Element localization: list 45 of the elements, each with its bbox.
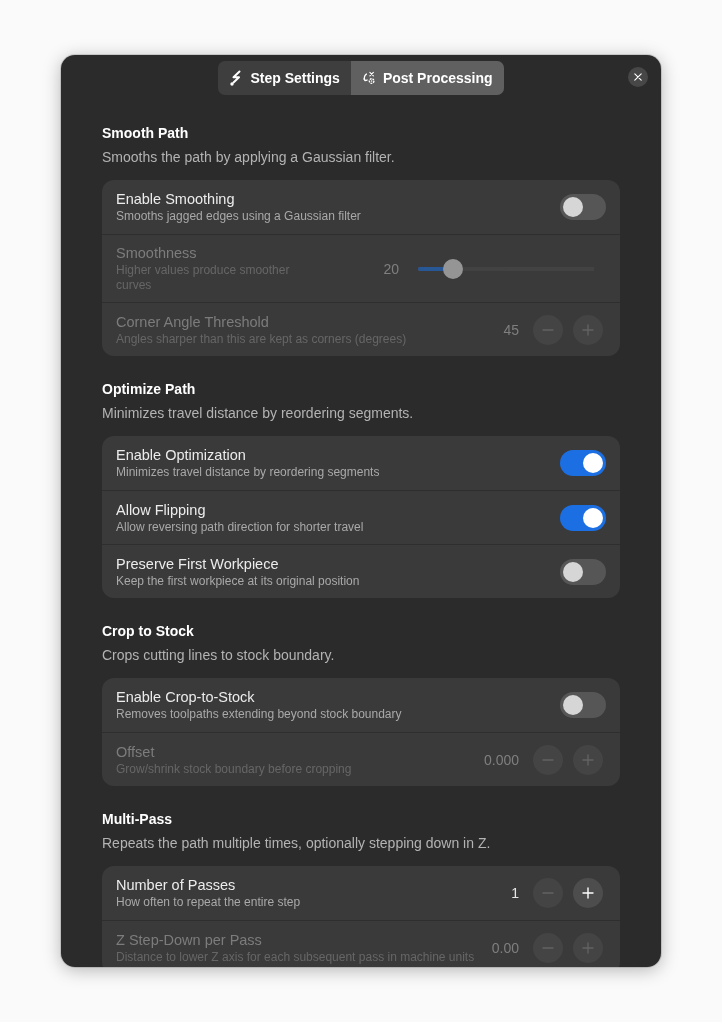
- section-title: Multi-Pass: [102, 810, 173, 828]
- section-description: Repeats the path multiple times, optionally stepping down in Z.: [102, 834, 492, 852]
- row-title: Corner Angle Threshold: [116, 312, 270, 332]
- row-subtitle: Minimizes travel distance by reordering segments: [116, 465, 381, 480]
- section-description: Crops cutting lines to stock boundary.: [102, 646, 336, 664]
- toggle-switch[interactable]: [560, 558, 606, 585]
- row-subtitle: How often to repeat the entire step: [116, 895, 302, 910]
- toggle-switch[interactable]: [560, 450, 606, 476]
- row-title: Smoothness: [116, 244, 198, 263]
- stepper-value: 45: [503, 321, 520, 338]
- section-title: Crop to Stock: [102, 622, 195, 640]
- row-title: Allow Flipping: [116, 500, 207, 520]
- plus-icon: [582, 753, 594, 766]
- row-subtitle: Removes toolpaths extending beyond stock boundary: [116, 707, 403, 722]
- plus-icon: [582, 323, 594, 336]
- row-title: Preserve First Workpiece: [116, 554, 280, 574]
- stepper-value: 1: [511, 885, 520, 901]
- row-subtitle: Allow reversing path direction for shorter travel: [116, 519, 365, 535]
- close-button[interactable]: [628, 67, 648, 87]
- row-title: Z Step-Down per Pass: [116, 930, 263, 950]
- toggle-switch[interactable]: [560, 194, 606, 220]
- tab[interactable]: Step Settings: [218, 61, 351, 95]
- arrow-gear-icon: [361, 70, 376, 86]
- section-title: Smooth Path: [102, 124, 190, 142]
- section-description: Smooths the path by applying a Gaussian filter.: [102, 148, 396, 166]
- row-subtitle: Keep the first workpiece at its original position: [116, 573, 361, 589]
- section-description: Minimizes travel distance by reordering segments.: [102, 404, 415, 422]
- toggle-switch[interactable]: [560, 504, 606, 531]
- slider-value: 20: [383, 260, 399, 277]
- stepper-value: 0.00: [491, 939, 520, 956]
- plus-icon: [582, 941, 594, 954]
- row-title: Number of Passes: [116, 876, 237, 895]
- plus-icon: [582, 887, 594, 899]
- bolt-icon: [229, 70, 244, 86]
- increment-button[interactable]: [573, 878, 603, 908]
- tab[interactable]: Post Processing: [350, 61, 504, 95]
- row-title: Enable Optimization: [116, 446, 247, 465]
- section-title: Optimize Path: [102, 380, 197, 398]
- row-subtitle: Smooths jagged edges using a Gaussian filter: [116, 209, 362, 224]
- row-title: Enable Crop-to-Stock: [116, 688, 256, 707]
- row-title: Offset: [116, 742, 156, 762]
- stepper-value: 0.000: [483, 751, 520, 768]
- row-title: Enable Smoothing: [116, 190, 236, 209]
- toggle-switch[interactable]: [560, 692, 606, 718]
- close-icon: [634, 73, 642, 81]
